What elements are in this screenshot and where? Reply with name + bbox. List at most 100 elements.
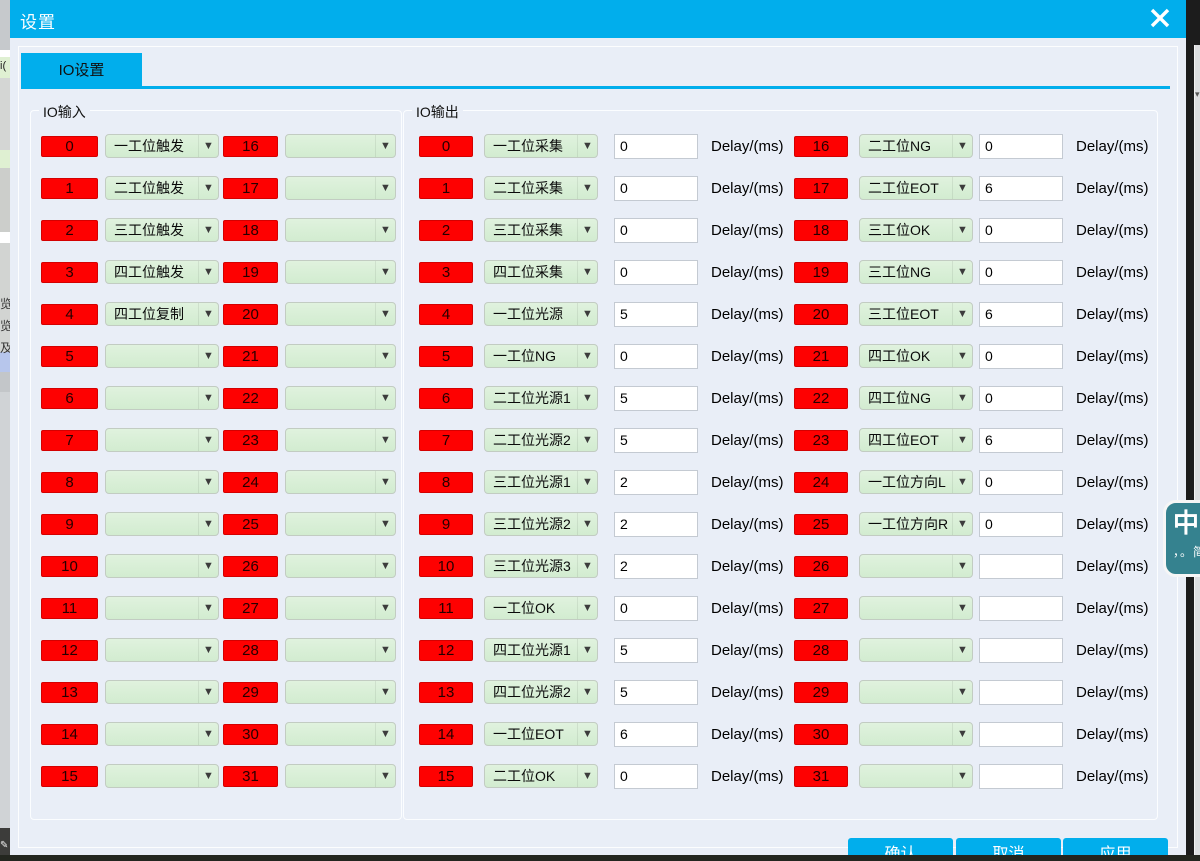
delay-input[interactable] [979,638,1063,663]
delay-input[interactable] [979,260,1063,285]
delay-input[interactable] [614,344,698,369]
io-output-function-select[interactable]: 一工位NG ▼ [484,344,598,368]
io-output-function-select[interactable]: 三工位光源3 ▼ [484,554,598,578]
delay-input[interactable] [614,722,698,747]
io-input-function-select[interactable]: 三工位触发 ▼ [105,218,219,242]
delay-input[interactable] [979,764,1063,789]
io-output-function-select[interactable]: 四工位NG ▼ [859,386,973,410]
delay-input[interactable] [614,638,698,663]
delay-input[interactable] [979,134,1063,159]
io-input-function-select[interactable]: ▼ [285,512,396,536]
io-output-function-select[interactable]: ▼ [859,680,973,704]
io-input-function-select[interactable]: 二工位触发 ▼ [105,176,219,200]
io-input-function-select[interactable]: ▼ [285,260,396,284]
io-output-function-select[interactable]: ▼ [859,596,973,620]
io-input-function-select[interactable]: ▼ [105,596,219,620]
io-input-function-select[interactable]: ▼ [105,638,219,662]
delay-input[interactable] [979,176,1063,201]
delay-input[interactable] [614,260,698,285]
io-input-function-select[interactable]: ▼ [285,596,396,620]
io-input-function-select[interactable]: ▼ [285,302,396,326]
io-input-function-select[interactable]: 四工位触发 ▼ [105,260,219,284]
io-output-function-select[interactable]: 二工位OK ▼ [484,764,598,788]
delay-input[interactable] [979,344,1063,369]
io-input-function-select[interactable]: ▼ [105,680,219,704]
io-input-function-select[interactable]: ▼ [105,386,219,410]
delay-input[interactable] [614,134,698,159]
ime-toolbar[interactable]: 中 ，。简 [1163,500,1200,577]
io-output-function-select[interactable]: 一工位OK ▼ [484,596,598,620]
io-input-function-select[interactable]: ▼ [285,470,396,494]
delay-input[interactable] [614,302,698,327]
io-input-function-select[interactable]: ▼ [105,512,219,536]
io-input-function-select[interactable]: 一工位触发 ▼ [105,134,219,158]
delay-input[interactable] [614,428,698,453]
io-output-function-select[interactable]: ▼ [859,554,973,578]
delay-input[interactable] [614,512,698,537]
io-input-function-select[interactable]: ▼ [285,428,396,452]
delay-input[interactable] [979,386,1063,411]
delay-input[interactable] [614,386,698,411]
delay-input[interactable] [979,596,1063,621]
io-output-function-select[interactable]: 一工位EOT ▼ [484,722,598,746]
io-input-function-select[interactable]: ▼ [285,722,396,746]
io-output-function-select[interactable]: 二工位EOT ▼ [859,176,973,200]
io-output-function-select[interactable]: 四工位OK ▼ [859,344,973,368]
io-output-function-select[interactable]: 三工位EOT ▼ [859,302,973,326]
io-output-function-select[interactable]: 一工位方向R ▼ [859,512,973,536]
io-output-function-select[interactable]: 二工位光源1 ▼ [484,386,598,410]
delay-input[interactable] [614,764,698,789]
io-output-function-select[interactable]: ▼ [859,722,973,746]
io-input-function-select[interactable]: ▼ [105,344,219,368]
io-output-function-select[interactable]: 四工位光源1 ▼ [484,638,598,662]
io-output-function-select[interactable]: 四工位EOT ▼ [859,428,973,452]
io-input-function-select[interactable]: ▼ [105,428,219,452]
io-output-function-select[interactable]: 三工位采集 ▼ [484,218,598,242]
io-output-function-select[interactable]: 一工位光源 ▼ [484,302,598,326]
delay-input[interactable] [979,302,1063,327]
io-output-function-select[interactable]: 一工位采集 ▼ [484,134,598,158]
io-output-function-select[interactable]: ▼ [859,764,973,788]
io-input-function-select[interactable]: ▼ [285,134,396,158]
io-output-function-select[interactable]: 二工位光源2 ▼ [484,428,598,452]
delay-input[interactable] [979,512,1063,537]
delay-input[interactable] [614,596,698,621]
delay-input[interactable] [979,554,1063,579]
io-output-function-select[interactable]: ▼ [859,638,973,662]
delay-input[interactable] [614,680,698,705]
delay-input[interactable] [614,218,698,243]
io-output-function-select[interactable]: 二工位NG ▼ [859,134,973,158]
delay-input[interactable] [979,428,1063,453]
io-output-function-select[interactable]: 四工位光源2 ▼ [484,680,598,704]
io-input-function-select[interactable]: ▼ [285,638,396,662]
io-input-function-select[interactable]: ▼ [285,680,396,704]
close-button[interactable] [1146,4,1174,32]
io-input-function-select[interactable]: ▼ [285,218,396,242]
delay-input[interactable] [979,470,1063,495]
delay-input[interactable] [614,470,698,495]
io-input-function-select[interactable]: ▼ [285,386,396,410]
delay-input[interactable] [614,176,698,201]
io-input-function-select[interactable]: ▼ [105,554,219,578]
delay-input[interactable] [979,218,1063,243]
delay-input[interactable] [614,554,698,579]
io-output-function-select[interactable]: 三工位NG ▼ [859,260,973,284]
io-input-function-select[interactable]: ▼ [285,764,396,788]
io-input-function-select[interactable]: ▼ [285,554,396,578]
io-input-function-select[interactable]: ▼ [285,344,396,368]
io-output-function-select[interactable]: 三工位OK ▼ [859,218,973,242]
io-output-function-select[interactable]: 三工位光源2 ▼ [484,512,598,536]
io-input-function-select[interactable]: ▼ [105,764,219,788]
delay-input[interactable] [979,680,1063,705]
io-input-function-select[interactable]: ▼ [105,470,219,494]
io-input-function-select[interactable]: ▼ [285,176,396,200]
io-output-function-select[interactable]: 四工位采集 ▼ [484,260,598,284]
tab-io-settings[interactable]: IO设置 [21,53,142,86]
delay-input[interactable] [979,722,1063,747]
io-input-function-select[interactable]: ▼ [105,722,219,746]
io-input-function-select[interactable]: 四工位复制 ▼ [105,302,219,326]
io-output-function-select[interactable]: 二工位采集 ▼ [484,176,598,200]
dropdown-arrow-icon[interactable]: ▾ [1195,90,1200,99]
io-output-function-select[interactable]: 一工位方向L ▼ [859,470,973,494]
io-output-function-select[interactable]: 三工位光源1 ▼ [484,470,598,494]
